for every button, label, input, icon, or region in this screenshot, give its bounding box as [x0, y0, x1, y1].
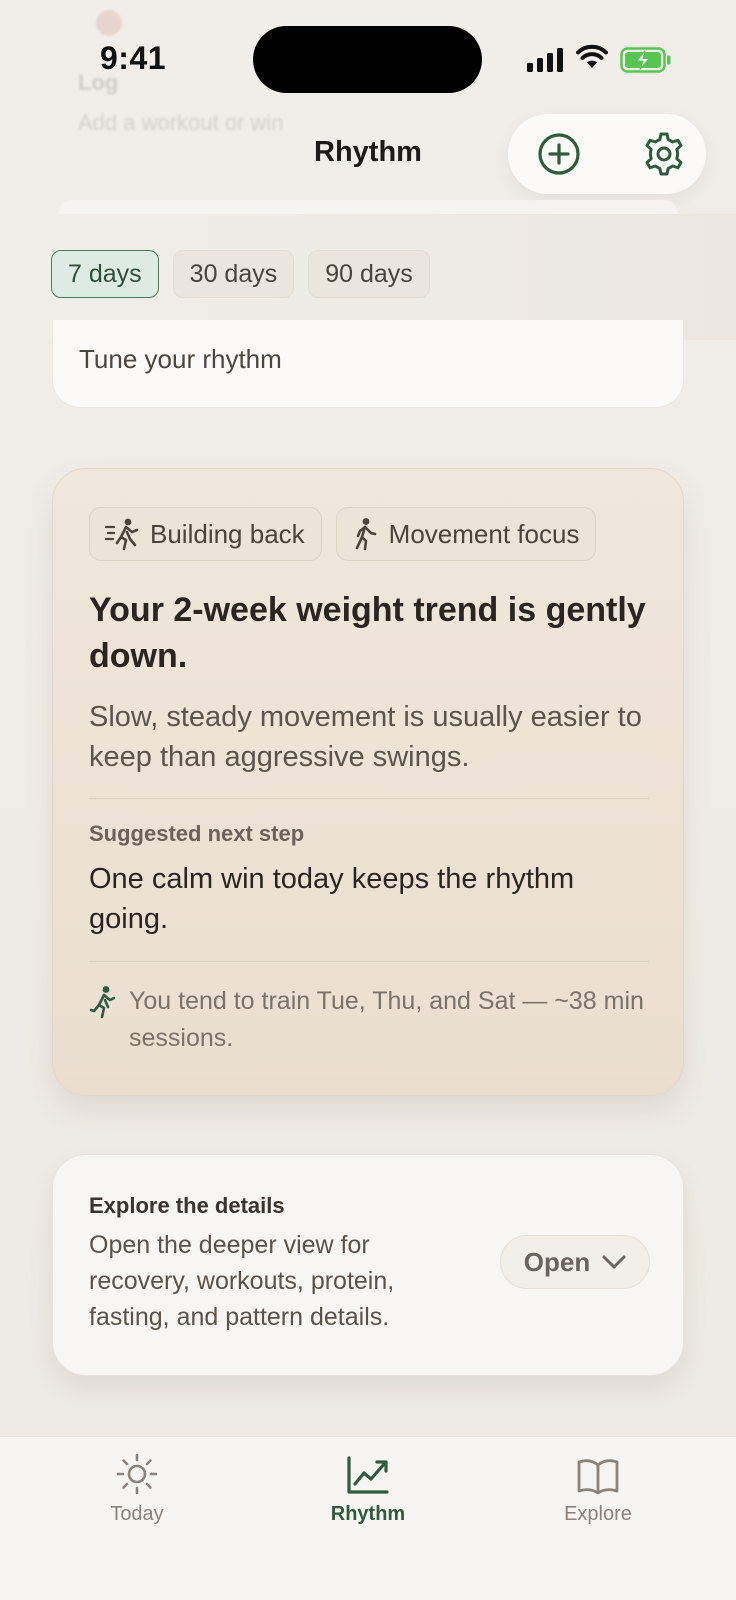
suggested-step-label: Suggested next step	[89, 821, 305, 846]
add-entry-button[interactable]	[533, 128, 585, 180]
sun-icon	[116, 1453, 158, 1495]
chip-movement-focus-label: Movement focus	[388, 518, 580, 549]
tune-rhythm-card[interactable]: Tune your rhythm	[52, 320, 684, 408]
status-time: 9:41	[100, 40, 167, 76]
battery-charging-icon	[620, 47, 672, 78]
chip-building-back: Building back	[89, 507, 322, 561]
insight-divider	[89, 798, 649, 799]
pattern-divider	[89, 961, 649, 962]
status-bar: 9:41	[0, 0, 736, 110]
suggested-step-text: One calm win today keeps the rhythm goin…	[89, 863, 575, 935]
wifi-icon	[576, 44, 608, 75]
open-details-label: Open	[523, 1246, 591, 1277]
cellular-signal-icon	[527, 48, 563, 77]
insight-card: Building back Movement focus Your 2-week…	[52, 468, 684, 1096]
range-tab-90-days[interactable]: 90 days	[308, 250, 430, 298]
walking-icon	[355, 518, 376, 551]
chip-movement-focus: Movement focus	[335, 507, 597, 561]
plus-circle-icon	[538, 133, 580, 175]
tab-today[interactable]: Today	[57, 1437, 217, 1547]
training-pattern: You tend to train Tue, Thu, and Sat — ~3…	[89, 983, 649, 1057]
explore-details-label: Explore the details	[89, 1193, 285, 1218]
chip-building-back-label: Building back	[150, 518, 305, 549]
explore-details-card: Explore the details Open the deeper view…	[52, 1154, 684, 1376]
ghost-log-hint: Add a workout or win	[78, 110, 284, 135]
training-pattern-text: You tend to train Tue, Thu, and Sat — ~3…	[129, 987, 644, 1052]
header-card-edge	[58, 200, 678, 214]
explore-details-text: Open the deeper view for recovery, worko…	[89, 1231, 395, 1331]
book-icon	[577, 1459, 619, 1495]
gear-icon	[645, 132, 683, 176]
tune-rhythm-text: Tune your rhythm	[79, 344, 282, 374]
running-icon	[89, 986, 115, 1019]
range-tab-30-days[interactable]: 30 days	[172, 250, 295, 298]
header-actions	[508, 114, 706, 194]
tab-explore-label: Explore	[564, 1503, 632, 1525]
rhythm-screen: Log Add a workout or win 9:41 Rhythm 7 d…	[0, 0, 736, 1600]
trend-chart-icon	[347, 1456, 389, 1494]
insight-subtitle: Slow, steady movement is usually easier …	[89, 701, 642, 773]
tab-explore[interactable]: Explore	[518, 1437, 678, 1547]
chevron-down-icon	[602, 1255, 626, 1269]
tab-rhythm-label: Rhythm	[330, 1503, 406, 1525]
running-fast-icon	[104, 518, 139, 551]
tab-today-label: Today	[110, 1503, 164, 1525]
range-tab-7-days[interactable]: 7 days	[51, 250, 159, 298]
tab-rhythm[interactable]: Rhythm	[288, 1437, 448, 1547]
open-details-button[interactable]: Open	[500, 1235, 650, 1289]
dynamic-island	[253, 26, 482, 93]
settings-button[interactable]	[638, 128, 690, 180]
tab-bar: Today Rhythm Explore	[0, 1436, 736, 1600]
insight-title: Your 2-week weight trend is gently down.	[89, 591, 646, 675]
